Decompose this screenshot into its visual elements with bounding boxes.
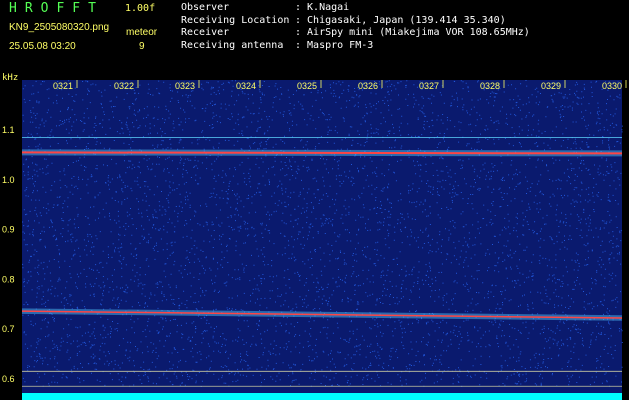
y-tick-label: 0.7 (2, 324, 15, 334)
info-row-observer: Observer : K.Nagai (181, 2, 530, 15)
time-tick-label: 0323 (175, 81, 195, 91)
y-axis-labels: 1.1 1.0 0.9 0.8 0.7 0.6 (2, 125, 15, 384)
info-value: : Maspro FM-3 (295, 39, 374, 51)
time-tick-label: 0327 (419, 81, 439, 91)
info-row-location: Receiving Location : Chigasaki, Japan (13… (181, 15, 530, 28)
time-tick-label: 0325 (297, 81, 317, 91)
time-tick-label: 0328 (480, 81, 500, 91)
meteor-count: 9 (139, 41, 145, 52)
carrier-band-upper (21, 151, 623, 155)
datetime-label: 25.05.08 03:20 (9, 41, 76, 52)
baseline-band (22, 393, 622, 400)
y-tick-label: 1.0 (2, 175, 15, 185)
info-value: : AirSpy mini (Miakejima VOR 108.65MHz) (295, 27, 530, 38)
time-tick-label: 0326 (358, 81, 378, 91)
spectrogram-background (22, 80, 622, 400)
app-title: HROFFT (9, 1, 104, 16)
info-key: Receiving Location (181, 14, 290, 26)
time-tick-label: 0329 (541, 81, 561, 91)
info-row-antenna: Receiving antenna : Maspro FM-3 (181, 40, 530, 53)
info-value: : Chigasaki, Japan (139.414 35.340) (295, 14, 506, 26)
filename-label: KN9_2505080320.png (9, 22, 110, 33)
y-tick-label: 0.9 (2, 225, 15, 235)
y-tick-label: 1.1 (2, 125, 15, 135)
y-unit-label: kHz (2, 73, 19, 83)
version-label: 1.00f (125, 3, 156, 14)
time-tick-label: 0321 (53, 81, 73, 91)
info-key: Receiving antenna (181, 39, 284, 51)
time-tick-label: 0322 (114, 81, 134, 91)
info-row-receiver: Receiver : AirSpy mini (Miakejima VOR 108… (181, 27, 530, 40)
header-panel: HROFFT 1.00f KN9_2505080320.png meteor 2… (0, 0, 629, 76)
info-key: Receiver (181, 27, 230, 38)
y-tick-label: 0.6 (2, 374, 15, 384)
time-tick-label: 0324 (236, 81, 256, 91)
meteor-label: meteor (126, 27, 158, 38)
y-tick-label: 0.8 (2, 274, 15, 284)
time-tick-label: 0330 (602, 81, 622, 91)
spectrogram-plot: 1.1 1.0 0.9 0.8 0.7 0.6 0321 0322 0323 0324 0325 0… (2, 80, 627, 400)
station-info: Observer : K.Nagai Receiving Location : Ch… (181, 2, 530, 52)
info-key: Observer (181, 2, 230, 13)
info-value: : K.Nagai (295, 2, 350, 13)
